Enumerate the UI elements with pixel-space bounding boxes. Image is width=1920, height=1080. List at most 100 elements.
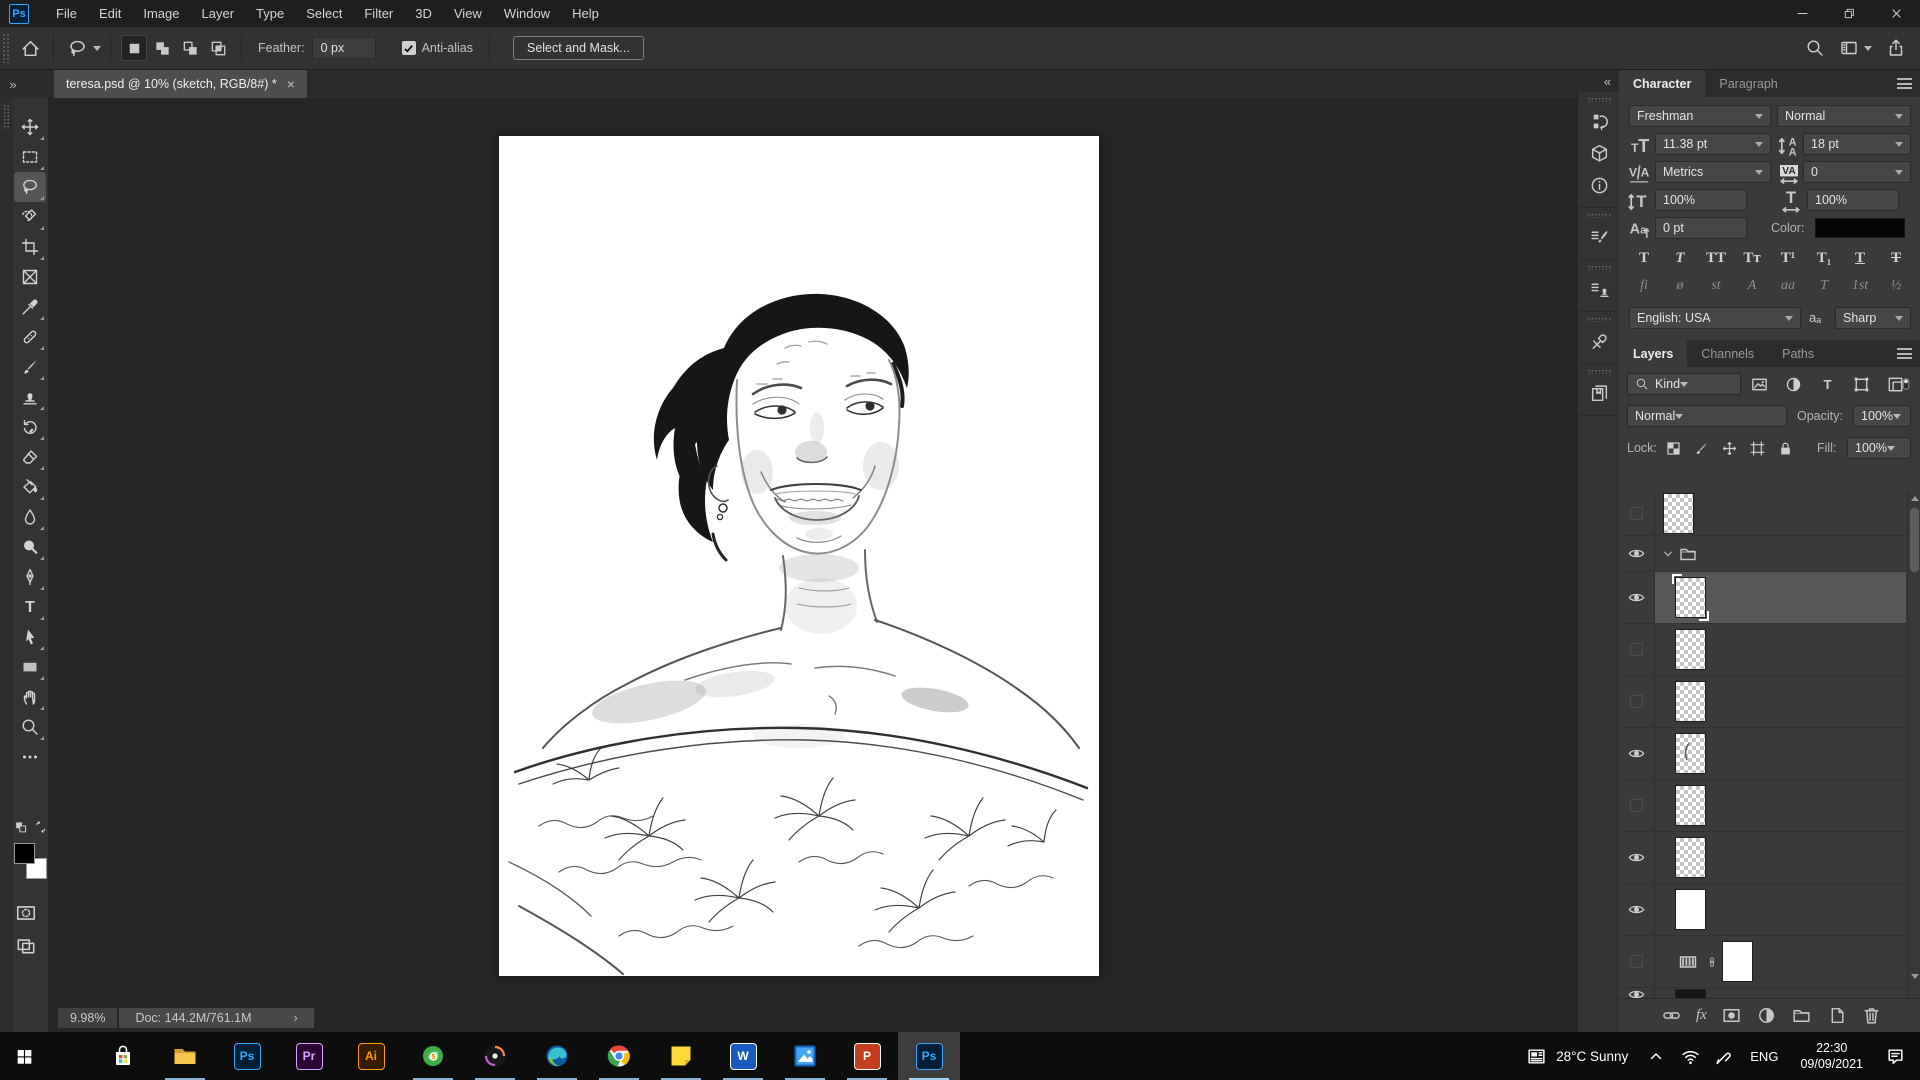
network-button[interactable] — [1674, 1032, 1707, 1080]
menu-layer[interactable]: Layer — [191, 0, 246, 27]
visibility-on-icon[interactable] — [1627, 985, 1646, 998]
swap-colors-icon[interactable] — [34, 820, 48, 834]
collapse-panels-button[interactable]: « — [1578, 70, 1619, 92]
visibility-cell[interactable] — [1619, 884, 1655, 935]
document-canvas[interactable] — [499, 136, 1099, 976]
status-chevron[interactable]: › — [294, 1011, 298, 1025]
clock[interactable]: 22:30 09/09/2021 — [1788, 1040, 1875, 1073]
taskbar-photoshop[interactable]: Ps — [216, 1032, 278, 1080]
weather-widget[interactable]: 28°C Sunny — [1516, 1032, 1638, 1080]
scrollbar-thumb[interactable] — [1910, 508, 1919, 572]
blend-mode-select[interactable]: Normal — [1627, 405, 1787, 427]
menu-file[interactable]: File — [45, 0, 88, 27]
input-language[interactable]: ENG — [1740, 1032, 1788, 1080]
brush-tool[interactable] — [14, 352, 46, 382]
menu-window[interactable]: Window — [493, 0, 561, 27]
visibility-cell[interactable] — [1619, 780, 1655, 831]
taskbar-word[interactable]: W — [712, 1032, 774, 1080]
move-tool[interactable] — [14, 112, 46, 142]
intersect-with-selection-button[interactable] — [205, 35, 231, 61]
notification-center-button[interactable] — [1875, 1032, 1920, 1080]
menu-3d[interactable]: 3D — [404, 0, 443, 27]
visibility-cell[interactable] — [1619, 536, 1655, 571]
subscript-button[interactable]: T₁ — [1809, 247, 1839, 269]
discretionary-ligatures-button[interactable]: st — [1701, 275, 1731, 297]
taskbar-microsoft-store[interactable] — [92, 1032, 154, 1080]
marquee-tool[interactable] — [14, 142, 46, 172]
clone-stamp-tool[interactable] — [14, 382, 46, 412]
layer-filter-kind[interactable]: Kind — [1627, 373, 1741, 395]
taskbar-illustrator[interactable]: Ai — [340, 1032, 402, 1080]
dock-grip[interactable] — [1587, 369, 1611, 374]
visibility-cell[interactable] — [1619, 624, 1655, 675]
text-antialias-select[interactable]: Sharp — [1835, 307, 1911, 329]
swash-button[interactable]: A — [1737, 275, 1767, 297]
scroll-down-arrow[interactable] — [1911, 974, 1919, 979]
layer-style-button[interactable]: fx — [1696, 1007, 1707, 1024]
taskbar-premiere-pro[interactable]: Pr — [278, 1032, 340, 1080]
start-button[interactable] — [0, 1032, 48, 1080]
menu-view[interactable]: View — [443, 0, 493, 27]
zoom-level[interactable]: 9.98% — [58, 1008, 117, 1028]
panel-menu-icon[interactable] — [1897, 348, 1912, 359]
layer-row-sketch[interactable] — [1619, 536, 1906, 572]
close-button[interactable] — [1873, 0, 1920, 27]
tray-expand-button[interactable] — [1638, 1032, 1674, 1080]
home-button[interactable] — [16, 34, 44, 62]
lock-art-button[interactable] — [1747, 436, 1767, 460]
layer-thumbnail[interactable] — [1663, 493, 1694, 534]
tab-close-icon[interactable]: × — [287, 77, 295, 91]
visibility-off-well[interactable] — [1630, 695, 1643, 708]
layer-thumbnail[interactable] — [1675, 889, 1706, 930]
layer-row-shirt-2[interactable] — [1619, 624, 1906, 676]
link-layers-button[interactable] — [1661, 1005, 1682, 1026]
properties-3d-panel-button[interactable] — [1578, 137, 1620, 169]
visibility-cell[interactable] — [1619, 492, 1655, 535]
menu-edit[interactable]: Edit — [88, 0, 132, 27]
taskbar-sticky-notes[interactable] — [650, 1032, 712, 1080]
tracking-select[interactable]: 0 — [1803, 161, 1911, 183]
dock-grip[interactable] — [1587, 265, 1611, 270]
history-brush-tool[interactable] — [14, 412, 46, 442]
shape-tool[interactable] — [14, 652, 46, 682]
stylistic-alternates-button[interactable]: aa — [1773, 275, 1803, 297]
layer-thumbnail[interactable] — [1675, 577, 1706, 618]
history-panel-button[interactable] — [1578, 105, 1620, 137]
visibility-cell[interactable] — [1619, 936, 1655, 987]
layer-thumbnail[interactable] — [1675, 733, 1706, 774]
group-caret-icon[interactable] — [1661, 547, 1675, 561]
lasso-tool[interactable] — [14, 172, 46, 202]
new-adjustment-layer-button[interactable] — [1756, 1005, 1777, 1026]
layer-thumbnail[interactable] — [1675, 629, 1706, 670]
faux-bold-button[interactable]: T — [1629, 247, 1659, 269]
layer-row-shade[interactable] — [1619, 780, 1906, 832]
anti-alias-checkbox[interactable] — [402, 41, 416, 55]
brush-settings-panel-button[interactable] — [1578, 221, 1620, 253]
select-and-mask-button[interactable]: Select and Mask... — [513, 36, 644, 60]
dock-grip[interactable] — [1587, 317, 1611, 322]
default-colors-icon[interactable] — [14, 820, 28, 835]
healing-brush-tool[interactable] — [14, 322, 46, 352]
type-tool[interactable]: T — [14, 592, 46, 622]
faux-italic-button[interactable]: T — [1665, 247, 1695, 269]
taskbar-powerpoint[interactable]: P — [836, 1032, 898, 1080]
layers-scrollbar[interactable] — [1907, 492, 1920, 998]
eyedropper-tool[interactable] — [14, 292, 46, 322]
lock-move-button[interactable] — [1719, 436, 1739, 460]
tab-layers[interactable]: Layers — [1619, 340, 1687, 367]
dock-grip[interactable] — [1587, 97, 1611, 102]
visibility-off-well[interactable] — [1630, 507, 1643, 520]
share-icon[interactable] — [1886, 38, 1906, 58]
small-caps-button[interactable]: Tᴛ — [1737, 247, 1767, 269]
add-mask-button[interactable] — [1721, 1005, 1742, 1026]
layer-row-shadows[interactable] — [1619, 832, 1906, 884]
font-style-select[interactable]: Normal — [1777, 105, 1911, 127]
workspace-switcher-icon[interactable] — [1839, 38, 1859, 58]
text-color-swatch[interactable] — [1815, 218, 1905, 238]
taskbar-chrome[interactable] — [588, 1032, 650, 1080]
screen-mode-button[interactable] — [15, 934, 37, 959]
font-size-select[interactable]: 11.38 pt — [1655, 133, 1771, 155]
visibility-on-icon[interactable] — [1627, 588, 1646, 607]
dodge-tool[interactable] — [14, 532, 46, 562]
menu-help[interactable]: Help — [561, 0, 610, 27]
